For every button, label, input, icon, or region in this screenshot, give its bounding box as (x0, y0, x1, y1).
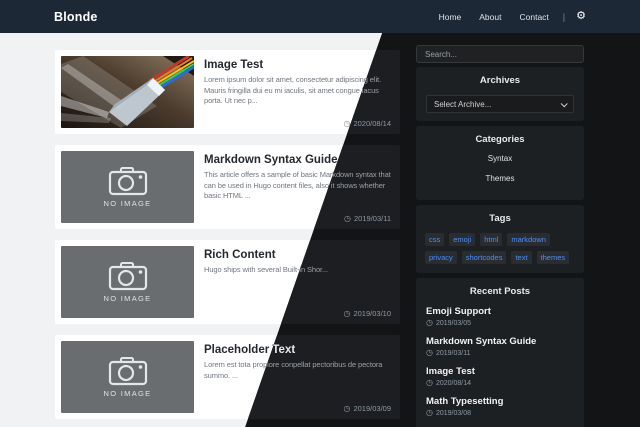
no-image-label: NO IMAGE (103, 199, 152, 208)
recent-post-date: ◷2019/03/11 (426, 348, 471, 357)
recent-post-link[interactable]: Markdown Syntax Guide (426, 336, 574, 347)
prism-photo-illustration (61, 56, 194, 128)
dual-theme-stage: Blonde Home About Contact | ⚙ (0, 0, 640, 427)
archive-select[interactable]: Select Archive... (426, 95, 574, 113)
post-thumbnail-no-image[interactable]: NO IMAGE (61, 151, 194, 223)
camera-icon (108, 262, 147, 291)
clock-icon: ◷ (426, 408, 433, 417)
recent-post-item: Markdown Syntax Guide ◷2019/03/11 (426, 336, 574, 357)
tag-html[interactable]: html (480, 233, 503, 246)
tags-widget: Tags css emoji html markdown privacy sho… (416, 205, 584, 273)
camera-icon (108, 357, 147, 386)
no-image-label: NO IMAGE (103, 294, 152, 303)
post-card[interactable]: Image Test Lorem ipsum dolor sit amet, c… (55, 50, 400, 134)
recent-post-item: Math Typesetting ◷2019/03/08 (426, 396, 574, 417)
archives-title: Archives (479, 75, 521, 86)
post-title[interactable]: Image Test (204, 59, 392, 71)
tag-shortcodes[interactable]: shortcodes (461, 251, 507, 264)
clock-icon: ◷ (426, 378, 433, 387)
tag-privacy[interactable]: privacy (425, 251, 457, 264)
tag-text[interactable]: text (511, 251, 532, 264)
categories-widget: Categories Syntax Themes (416, 126, 584, 200)
recent-post-link[interactable]: Math Typesetting (426, 396, 574, 407)
clock-icon: ◷ (343, 308, 351, 318)
clock-icon: ◷ (426, 348, 433, 357)
tags-title: Tags (489, 213, 511, 224)
category-link-syntax[interactable]: Syntax (424, 154, 576, 163)
categories-title: Categories (475, 134, 525, 145)
archives-widget: Archives Select Archive... (416, 67, 584, 121)
recent-post-item: Image Test ◷2020/08/14 (426, 366, 574, 387)
clock-icon: ◷ (344, 213, 352, 223)
sidebar: Archives Select Archive... Categories Sy… (416, 45, 584, 427)
recent-post-date: ◷2019/03/08 (426, 408, 472, 417)
nav-item-about[interactable]: About (479, 12, 501, 22)
chevron-down-icon (560, 99, 568, 107)
main-nav: Home About Contact | ⚙ (421, 11, 586, 22)
post-thumbnail-prism-image[interactable] (61, 56, 194, 128)
recent-post-date: ◷2020/08/14 (426, 378, 472, 387)
post-date: ◷2019/03/10 (343, 308, 391, 318)
recent-post-link[interactable]: Image Test (426, 366, 574, 377)
archive-select-value: Select Archive... (434, 99, 492, 109)
settings-gear-icon[interactable]: ⚙ (576, 11, 586, 22)
recent-posts-widget: Recent Posts Emoji Support ◷2019/03/05 M… (416, 278, 584, 427)
post-date: ◷2019/03/11 (344, 213, 391, 223)
category-link-themes[interactable]: Themes (424, 174, 576, 183)
clock-icon: ◷ (343, 403, 351, 413)
post-date: ◷2019/03/09 (343, 403, 391, 413)
nav-item-contact[interactable]: Contact (519, 12, 548, 22)
nav-item-home[interactable]: Home (439, 12, 462, 22)
search-input[interactable] (416, 45, 584, 63)
tag-emoji[interactable]: emoji (449, 233, 476, 246)
site-logo[interactable]: Blonde (54, 10, 98, 24)
recent-post-item: Emoji Support ◷2019/03/05 (426, 306, 574, 327)
recent-posts-title: Recent Posts (469, 286, 531, 297)
nav-divider: | (562, 11, 566, 22)
recent-post-link[interactable]: Emoji Support (426, 306, 574, 317)
recent-post-date: ◷2019/03/05 (426, 318, 472, 327)
post-thumbnail-no-image[interactable]: NO IMAGE (61, 341, 194, 413)
no-image-label: NO IMAGE (103, 389, 152, 398)
post-thumbnail-no-image[interactable]: NO IMAGE (61, 246, 194, 318)
clock-icon: ◷ (426, 318, 433, 327)
tag-css[interactable]: css (425, 233, 445, 246)
clock-icon: ◷ (343, 118, 351, 128)
tag-themes[interactable]: themes (536, 251, 570, 264)
camera-icon (108, 167, 147, 196)
tag-markdown[interactable]: markdown (507, 233, 550, 246)
